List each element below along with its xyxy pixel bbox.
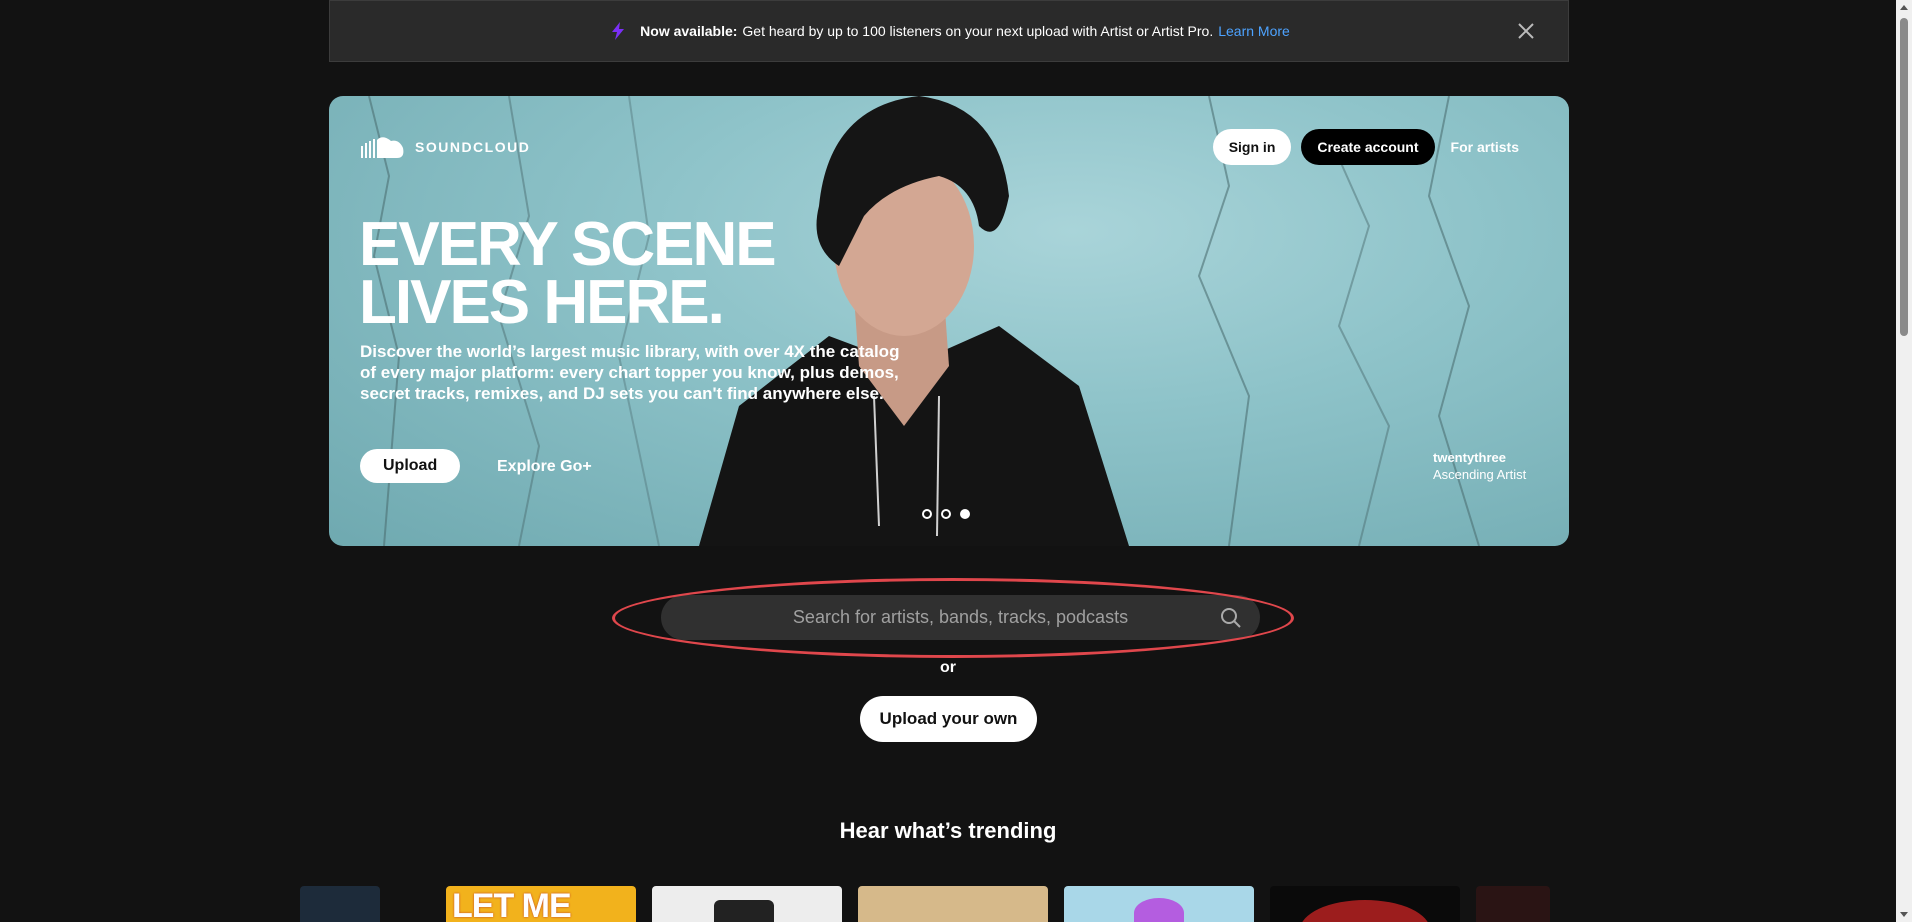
scrollbar-thumb[interactable] <box>1900 18 1908 336</box>
learn-more-link[interactable]: Learn More <box>1218 23 1290 39</box>
lightning-bolt-icon <box>608 21 628 41</box>
trending-card[interactable] <box>300 886 380 922</box>
carousel-dot[interactable] <box>922 509 932 519</box>
search-bar <box>661 595 1260 640</box>
page: Now available: Get heard by up to 100 li… <box>0 0 1912 922</box>
trending-carousel: LET ME DOWN <box>300 886 1550 922</box>
soundcloud-cloud-icon <box>361 137 404 158</box>
announcement-banner: Now available: Get heard by up to 100 li… <box>329 0 1569 62</box>
carousel-dots <box>922 509 970 519</box>
logo-text: SOUNDCLOUD <box>415 139 531 155</box>
search-icon[interactable] <box>1220 607 1242 629</box>
upload-your-own-button[interactable]: Upload your own <box>860 696 1037 742</box>
explore-go-plus-link[interactable]: Explore Go+ <box>497 458 592 476</box>
search-input[interactable] <box>718 606 1203 629</box>
scroll-up-icon[interactable] <box>1900 5 1908 10</box>
carousel-dot[interactable] <box>941 509 951 519</box>
artist-credit: twentythree Ascending Artist <box>1433 449 1526 483</box>
trending-card-label: LET ME DOWN <box>452 887 572 922</box>
trending-card[interactable] <box>858 886 1048 922</box>
scroll-down-icon[interactable] <box>1900 912 1908 917</box>
carousel-dot-active[interactable] <box>960 509 970 519</box>
hero-subtitle: Discover the world’s largest music libra… <box>360 342 900 403</box>
or-separator: or <box>940 659 956 676</box>
upload-button[interactable]: Upload <box>360 449 461 483</box>
artist-credit-name: twentythree <box>1433 450 1506 465</box>
banner-bold-text: Now available: <box>640 23 738 39</box>
trending-card[interactable] <box>652 886 842 922</box>
create-account-button[interactable]: Create account <box>1301 129 1435 165</box>
artist-credit-role: Ascending Artist <box>1433 467 1527 482</box>
hero-nav: Sign in Create account For artists <box>1212 129 1519 165</box>
trending-card[interactable]: LET ME DOWN <box>446 886 636 922</box>
hero-headline: EVERY SCENE LIVES HERE. <box>359 210 777 337</box>
trending-card[interactable] <box>1476 886 1550 922</box>
soundcloud-logo[interactable]: SOUNDCLOUD <box>361 136 530 158</box>
sign-in-button[interactable]: Sign in <box>1212 129 1292 165</box>
banner-text: Get heard by up to 100 listeners on your… <box>742 23 1214 39</box>
trending-heading: Hear what’s trending <box>839 818 1057 843</box>
for-artists-link[interactable]: For artists <box>1451 139 1519 155</box>
vertical-scrollbar[interactable] <box>1896 0 1912 922</box>
hero-banner: SOUNDCLOUD Sign in Create account For ar… <box>329 96 1569 546</box>
trending-card[interactable] <box>1270 886 1460 922</box>
close-icon[interactable] <box>1516 21 1536 41</box>
trending-card[interactable] <box>1064 886 1254 922</box>
